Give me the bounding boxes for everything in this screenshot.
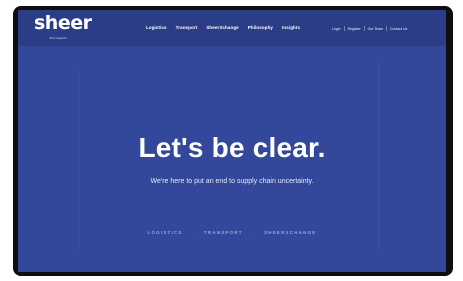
navbar: sheer think logistics Logistics Transpor… [18, 10, 446, 46]
service-sheerxchange[interactable]: SHEERXCHANGE [264, 230, 316, 235]
login-link[interactable]: Login [332, 27, 341, 31]
logo-tagline: think logistics [49, 36, 67, 40]
nav-transport[interactable]: Transport [176, 25, 198, 30]
nav-sheerxchange[interactable]: SheerXchange [206, 25, 238, 30]
services-bar: LOGISTICS · TRANSPORT · SHEERXCHANGE [18, 230, 446, 235]
our-team-link[interactable]: Our Team [368, 27, 383, 31]
nav-insights[interactable]: Insights [282, 25, 300, 30]
service-logistics[interactable]: LOGISTICS [148, 230, 183, 235]
separator-dot: · [192, 230, 194, 235]
sheer-logo[interactable]: sheer [34, 12, 92, 34]
separator-dot: · [252, 230, 255, 235]
register-link[interactable]: Register [348, 27, 361, 31]
nav-divider [385, 26, 387, 31]
nav-philosophy[interactable]: Philosophy [248, 25, 273, 30]
hero-title: Let's be clear. [138, 132, 326, 163]
utility-nav: Login Register Our Team Contact Us [332, 26, 407, 31]
service-transport[interactable]: TRANSPORT [204, 230, 243, 235]
nav-divider [343, 26, 345, 31]
nav-divider [363, 26, 365, 31]
main-nav: Logistics Transport SheerXchange Philoso… [146, 25, 300, 30]
contact-us-link[interactable]: Contact Us [390, 27, 407, 31]
website-screen: sheer think logistics Logistics Transpor… [18, 10, 446, 272]
nav-logistics[interactable]: Logistics [146, 25, 167, 30]
hero-subtitle: We're here to put an end to supply chain… [150, 178, 314, 185]
